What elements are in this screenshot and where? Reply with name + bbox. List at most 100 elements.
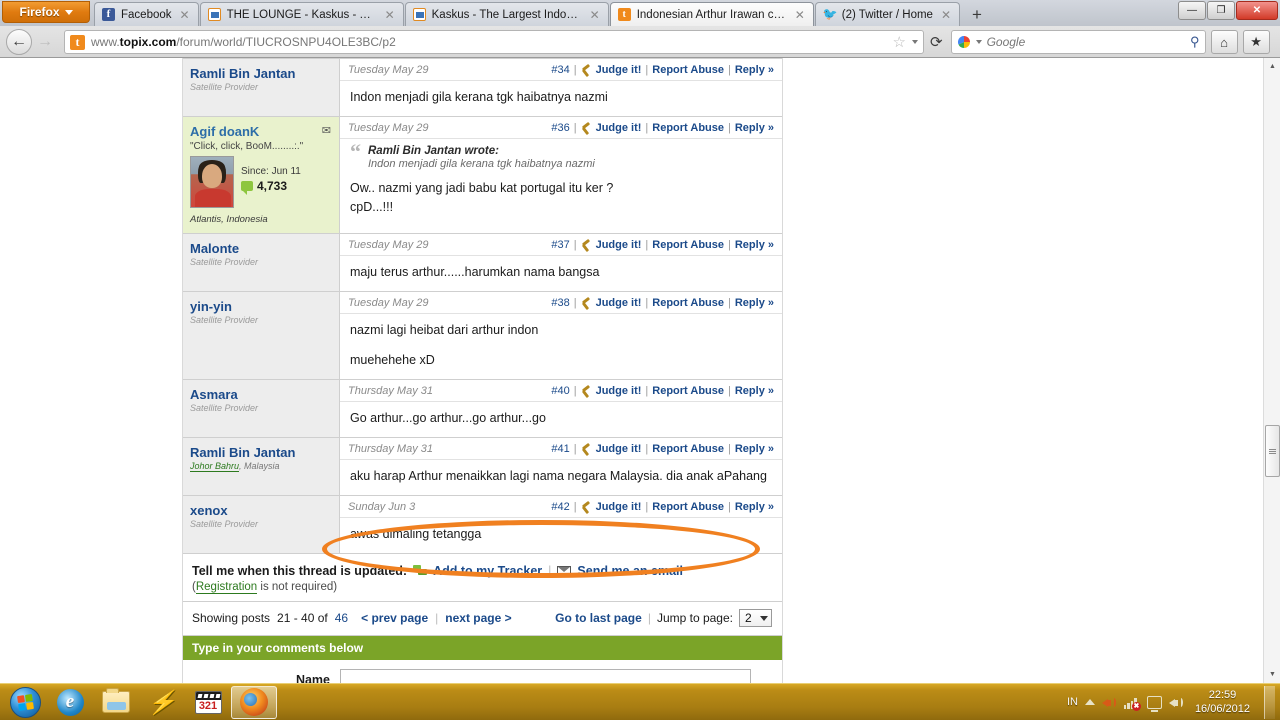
add-to-tracker-link[interactable]: Add to my Tracker bbox=[433, 564, 542, 578]
report-abuse-link[interactable]: Report Abuse bbox=[652, 385, 724, 397]
vertical-scrollbar[interactable]: ▲ ▼ bbox=[1263, 58, 1280, 683]
judge-it-link[interactable]: Judge it! bbox=[596, 297, 642, 309]
author-city[interactable]: Johor Bahru bbox=[190, 461, 240, 472]
search-input[interactable]: Google bbox=[987, 35, 1185, 49]
scrollbar-thumb[interactable] bbox=[1265, 425, 1280, 477]
author-name[interactable]: Ramli Bin Jantan bbox=[190, 66, 331, 81]
firefox-menu-button[interactable]: Firefox bbox=[2, 1, 90, 23]
restore-button[interactable]: ❐ bbox=[1207, 1, 1235, 20]
reply-link[interactable]: Reply » bbox=[735, 297, 774, 309]
report-abuse-link[interactable]: Report Abuse bbox=[652, 239, 724, 251]
gavel-icon bbox=[581, 384, 592, 398]
address-bar[interactable]: t www.topix.com/forum/world/TIUCROSNPU4O… bbox=[64, 30, 924, 54]
author-name[interactable]: Agif doanK bbox=[190, 124, 331, 139]
author-name[interactable]: yin-yin bbox=[190, 299, 331, 314]
tab-facebook[interactable]: f Facebook ✕ bbox=[94, 2, 199, 26]
clock[interactable]: 22:59 16/06/2012 bbox=[1191, 688, 1254, 716]
next-page-link[interactable]: next page > bbox=[445, 611, 511, 625]
post-header: Tuesday May 29 #38 | Judge it! | Report … bbox=[340, 292, 782, 314]
send-email-link[interactable]: Send me an email bbox=[577, 564, 683, 578]
reply-link[interactable]: Reply » bbox=[735, 501, 774, 513]
post-header: Tuesday May 29 #37 | Judge it! | Report … bbox=[340, 234, 782, 256]
reply-link[interactable]: Reply » bbox=[735, 443, 774, 455]
report-abuse-link[interactable]: Report Abuse bbox=[652, 443, 724, 455]
windows-logo-icon bbox=[9, 686, 41, 718]
registration-link[interactable]: Registration bbox=[195, 581, 258, 594]
prev-page-link[interactable]: < prev page bbox=[361, 611, 428, 625]
close-icon[interactable]: ✕ bbox=[795, 8, 805, 22]
author-name[interactable]: xenox bbox=[190, 503, 331, 518]
bookmarks-button[interactable]: ★ bbox=[1242, 30, 1270, 54]
minimize-button[interactable]: — bbox=[1178, 1, 1206, 20]
close-icon[interactable]: ✕ bbox=[385, 8, 395, 22]
search-icon[interactable]: ⚲ bbox=[1190, 34, 1200, 50]
volume-secondary-icon[interactable] bbox=[1168, 696, 1184, 709]
taskbar-item-winamp[interactable]: ⚡ bbox=[139, 686, 185, 719]
scroll-down-button[interactable]: ▼ bbox=[1264, 666, 1280, 683]
taskbar-item-media-player-classic[interactable]: 321 bbox=[185, 686, 231, 719]
close-icon[interactable]: ✕ bbox=[941, 8, 951, 22]
post-text: nazmi lagi heibat dari arthur indon mueh… bbox=[340, 314, 782, 379]
language-indicator[interactable]: IN bbox=[1067, 696, 1078, 708]
post-paragraph: muehehehe xD bbox=[350, 353, 435, 367]
judge-it-link[interactable]: Judge it! bbox=[596, 443, 642, 455]
reply-link[interactable]: Reply » bbox=[735, 239, 774, 251]
post-actions: #38 | Judge it! | Report Abuse | Reply » bbox=[551, 296, 774, 310]
media-player-classic-icon: 321 bbox=[194, 690, 222, 714]
close-icon[interactable]: ✕ bbox=[180, 8, 190, 22]
go-to-last-page-link[interactable]: Go to last page bbox=[555, 611, 642, 625]
name-input[interactable] bbox=[340, 669, 751, 683]
chevron-down-icon[interactable] bbox=[975, 40, 982, 44]
show-hidden-icons-icon[interactable] bbox=[1084, 699, 1095, 705]
close-window-button[interactable]: ✕ bbox=[1236, 1, 1278, 20]
tab-topix-arthur-irawan[interactable]: t Indonesian Arthur Irawan called... ✕ bbox=[609, 2, 814, 26]
volume-icon[interactable] bbox=[1101, 696, 1117, 709]
post-header: Tuesday May 29 #34 | Judge it! | Report … bbox=[340, 59, 782, 81]
chevron-down-icon bbox=[760, 615, 768, 621]
home-button[interactable]: ⌂ bbox=[1210, 30, 1238, 54]
judge-it-link[interactable]: Judge it! bbox=[596, 239, 642, 251]
google-icon bbox=[957, 35, 971, 49]
taskbar-item-firefox[interactable] bbox=[231, 685, 277, 719]
registration-note: (Registration is not required) bbox=[192, 581, 338, 594]
author-name[interactable]: Malonte bbox=[190, 241, 331, 256]
forward-arrow-icon[interactable]: → bbox=[32, 29, 58, 55]
tab-the-lounge-kaskus[interactable]: THE LOUNGE - Kaskus - The La... ✕ bbox=[199, 2, 404, 26]
new-tab-button[interactable]: + bbox=[965, 4, 989, 26]
start-button[interactable] bbox=[3, 686, 47, 719]
judge-it-link[interactable]: Judge it! bbox=[596, 385, 642, 397]
jump-to-page-select[interactable]: 2 bbox=[739, 609, 772, 627]
reload-icon[interactable]: ⟳ bbox=[930, 33, 943, 51]
network-icon[interactable]: ✖ bbox=[1123, 695, 1141, 711]
report-abuse-link[interactable]: Report Abuse bbox=[652, 297, 724, 309]
author-name[interactable]: Ramli Bin Jantan bbox=[190, 445, 331, 460]
report-abuse-link[interactable]: Report Abuse bbox=[652, 122, 724, 134]
search-box[interactable]: Google ⚲ bbox=[950, 30, 1206, 54]
reply-link[interactable]: Reply » bbox=[735, 385, 774, 397]
comment-name-row: Name bbox=[183, 660, 782, 683]
scroll-up-button[interactable]: ▲ bbox=[1264, 58, 1280, 75]
reply-link[interactable]: Reply » bbox=[735, 122, 774, 134]
author-name[interactable]: Asmara bbox=[190, 387, 331, 402]
report-abuse-link[interactable]: Report Abuse bbox=[652, 64, 724, 76]
show-desktop-button[interactable] bbox=[1264, 685, 1275, 719]
post-author-panel: xenox Satellite Provider bbox=[183, 496, 340, 553]
tab-twitter-home[interactable]: 🐦 (2) Twitter / Home ✕ bbox=[814, 2, 960, 26]
judge-it-link[interactable]: Judge it! bbox=[596, 64, 642, 76]
message-icon[interactable]: ✉ bbox=[322, 124, 331, 137]
taskbar-item-file-explorer[interactable] bbox=[93, 686, 139, 719]
reply-link[interactable]: Reply » bbox=[735, 64, 774, 76]
back-arrow-icon[interactable]: ← bbox=[6, 29, 32, 55]
tab-kaskus-largest[interactable]: Kaskus - The Largest Indonesia... ✕ bbox=[404, 2, 609, 26]
judge-it-link[interactable]: Judge it! bbox=[596, 501, 642, 513]
author-stats: Since: Jun 11 4,733 bbox=[190, 156, 331, 208]
display-icon[interactable] bbox=[1146, 695, 1162, 712]
taskbar-item-internet-explorer[interactable]: e bbox=[47, 686, 93, 719]
chevron-down-icon[interactable] bbox=[912, 40, 918, 44]
close-icon[interactable]: ✕ bbox=[590, 8, 600, 22]
judge-it-link[interactable]: Judge it! bbox=[596, 122, 642, 134]
bookmark-star-icon[interactable]: ☆ bbox=[893, 33, 906, 51]
report-abuse-link[interactable]: Report Abuse bbox=[652, 501, 724, 513]
post-author-panel: ✉ Agif doanK "Click, click, BooM........… bbox=[183, 117, 340, 233]
gavel-icon bbox=[581, 238, 592, 252]
